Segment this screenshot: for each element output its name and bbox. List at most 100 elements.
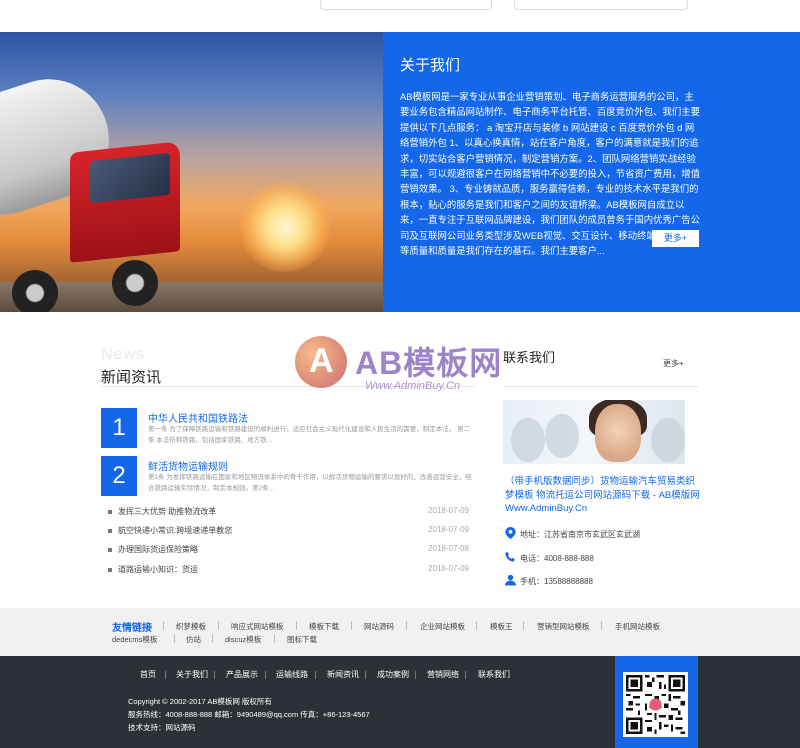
friend-link[interactable]: 模板下载 (309, 621, 339, 632)
footer-nav-separator (315, 671, 316, 679)
footer-nav-home[interactable]: 首页 (140, 669, 156, 680)
watermark-url: Www.AdminBuy.Cn (365, 380, 461, 392)
friend-links-label: 友情链接 (112, 623, 152, 634)
friend-link[interactable]: 手机网站模板 (615, 621, 660, 632)
footer-nav-contact[interactable]: 联系我们 (478, 669, 510, 680)
footer-nav-news[interactable]: 新闻资讯 (327, 669, 359, 680)
featured-news-desc: 第1条 为发挥铁路运输在国家和地区物流体系中的骨干作用，以鲜活货物运输的要求以良… (148, 474, 472, 492)
friend-link[interactable]: 企业网站模板 (420, 621, 465, 632)
friend-links-bar: 友情链接 织梦模板 响应式网站模板 模板下载 网站源码 企业网站模板 模板王 营… (0, 608, 800, 656)
top-stub-left (320, 0, 492, 10)
about-more-button[interactable]: 更多+ (652, 230, 699, 247)
footer-nav-products[interactable]: 产品展示 (226, 669, 258, 680)
user-icon (505, 574, 516, 586)
hero-sun (240, 182, 330, 272)
footer-nav-network[interactable]: 营销网络 (427, 669, 459, 680)
footer-hotline: 服务热线：4008-888-888 邮箱：9490489@qq.com 传真：+… (128, 710, 370, 719)
news-list-title[interactable]: 发挥三大优势 助推物流改革 (118, 506, 216, 517)
news-list-date: 2018-07-09 (428, 544, 469, 553)
news-list-item[interactable]: 办理国际货运保险策略 2018-07-09 (108, 543, 472, 557)
featured-news-number: 2 (101, 456, 137, 496)
featured-news-number: 1 (101, 408, 137, 448)
footer-nav-separator (265, 671, 266, 679)
about-section: 关于我们 AB模板网是一家专业从事企业营销策划、电子商务运营服务的公司，主要业务… (0, 32, 800, 312)
friend-link[interactable]: 营销型网站模板 (537, 621, 590, 632)
customer-service-photo (503, 400, 685, 464)
photo-face (595, 404, 641, 462)
news-list-title[interactable]: 道路运输小知识：货运 (118, 564, 198, 575)
news-list-date: 2018-07-09 (428, 525, 469, 534)
footer-copyright: Copyright © 2002-2017 AB模板网 版权所有 (128, 697, 272, 706)
friend-link[interactable]: 响应式网站模板 (231, 621, 284, 632)
bullet-icon (108, 548, 112, 552)
friend-link[interactable]: 织梦模板 (176, 621, 206, 632)
footer-nav-separator (465, 671, 466, 679)
address-text: 地址：江苏省南京市玄武区玄武湖 (520, 530, 640, 539)
news-list-date: 2018-07-09 (428, 506, 469, 515)
link-separator (476, 621, 477, 630)
featured-news-title[interactable]: 中华人民共和国铁路法 (148, 410, 248, 425)
bullet-icon (108, 510, 112, 514)
footer-nav-separator (415, 671, 416, 679)
contact-title: 联系我们 (503, 350, 556, 365)
link-separator (601, 621, 602, 630)
hero-wheel (12, 270, 58, 312)
bullet-icon (108, 568, 112, 572)
link-separator (523, 621, 524, 630)
link-separator (218, 621, 219, 630)
photo-bg-person (511, 418, 545, 462)
footer: 首页 关于我们 产品展示 运输线路 新闻资讯 成功案例 营销网络 联系我们 Co… (0, 656, 800, 748)
news-title: 新闻资讯 (101, 369, 162, 386)
mobile-text: 手机：13588888888 (520, 577, 593, 586)
link-separator (174, 634, 175, 643)
link-separator (274, 634, 275, 643)
link-separator (406, 621, 407, 630)
qr-code-panel (615, 656, 698, 748)
featured-news-title[interactable]: 鲜活货物运输规则 (148, 458, 228, 473)
friend-link[interactable]: 仿站 (186, 634, 201, 645)
contact-more-link[interactable]: 更多+ (663, 358, 684, 369)
footer-nav-about[interactable]: 关于我们 (176, 669, 208, 680)
news-list-item[interactable]: 发挥三大优势 助推物流改革 2018-07-09 (108, 505, 472, 519)
contact-promo-link[interactable]: （带手机版数据同步）货物运输汽车贸易类织梦模板 物流托运公司网站源码下载 - A… (505, 475, 701, 516)
top-stub-right (514, 0, 688, 10)
top-strip (0, 0, 800, 32)
hero-wheel (112, 260, 158, 306)
photo-bg-person (651, 418, 685, 462)
footer-support: 技术支持：网站源码 (128, 723, 196, 732)
friend-link[interactable]: 图标下载 (287, 634, 317, 645)
watermark-logo-icon (295, 336, 347, 388)
footer-nav-separator (214, 671, 215, 679)
hero-truck-window (90, 152, 170, 204)
news-bg-word: News (101, 346, 146, 363)
link-separator (296, 621, 297, 630)
footer-nav-cases[interactable]: 成功案例 (377, 669, 409, 680)
contact-divider (503, 386, 698, 387)
phone-text: 电话：4008-888-888 (520, 554, 594, 563)
about-panel: 关于我们 AB模板网是一家专业从事企业营销策划、电子商务运营服务的公司，主要业务… (383, 32, 800, 312)
friend-link[interactable]: 网站源码 (364, 621, 394, 632)
photo-bg-person (545, 414, 579, 458)
truck-hero-image (0, 32, 383, 312)
friend-link[interactable]: discuz模板 (225, 634, 261, 645)
qr-code-icon (626, 675, 685, 734)
phone-icon (505, 551, 515, 562)
friend-link[interactable]: 模板王 (490, 621, 513, 632)
watermark-brand: AB模板网 (355, 345, 503, 381)
friend-link[interactable]: dedecms模板 (112, 634, 157, 645)
map-pin-icon (505, 527, 516, 539)
bullet-icon (108, 529, 112, 533)
about-title: 关于我们 (400, 57, 461, 74)
footer-nav-separator (165, 671, 166, 679)
watermark: AB模板网 Www.AdminBuy.Cn (295, 336, 510, 416)
featured-news-desc: 第一条 为了保障铁路运输和铁路建设的顺利进行，适应社会主义现代化建设和人民生活的… (148, 426, 471, 444)
news-list-title[interactable]: 航空快递小常识:跨境速递单教您 (118, 525, 232, 536)
link-separator (351, 621, 352, 630)
news-list-item[interactable]: 航空快递小常识:跨境速递单教您 2018-07-09 (108, 524, 472, 538)
news-list-title[interactable]: 办理国际货运保险策略 (118, 544, 198, 555)
featured-news-item[interactable]: 2 鲜活货物运输规则 第1条 为发挥铁路运输在国家和地区物流体系中的骨干作用，以… (101, 456, 475, 496)
link-separator (212, 634, 213, 643)
footer-nav-separator (365, 671, 366, 679)
news-list-item[interactable]: 道路运输小知识：货运 2018-07-09 (108, 563, 472, 577)
footer-nav-routes[interactable]: 运输线路 (276, 669, 308, 680)
